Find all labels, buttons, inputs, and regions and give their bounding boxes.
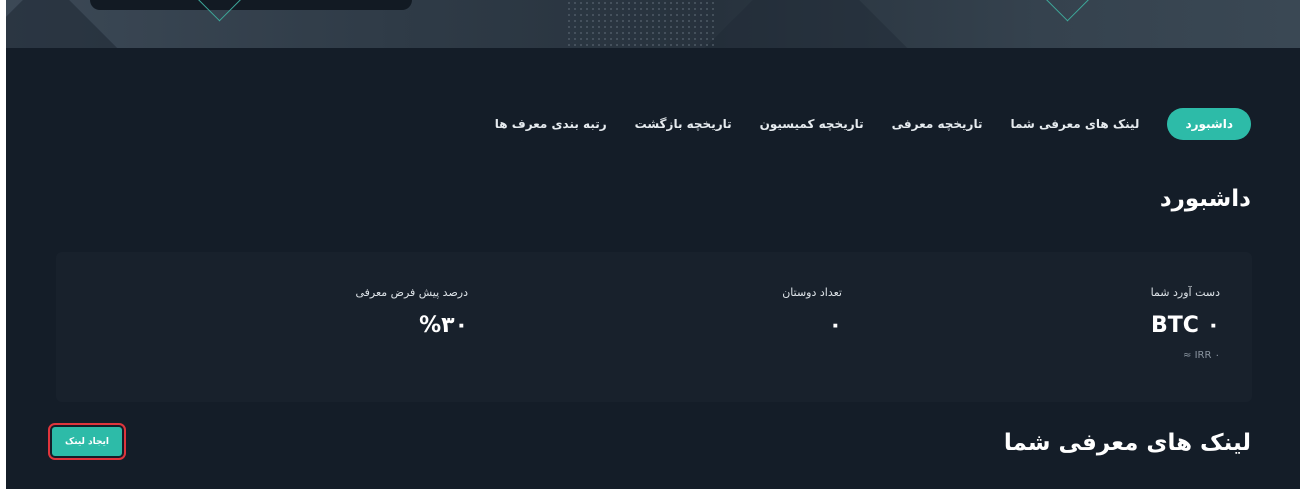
chevron-decoration-icon — [197, 0, 242, 22]
stat-friends-value: ۰ — [828, 313, 842, 338]
stat-friends-label: تعداد دوستان — [782, 286, 842, 299]
stat-earnings: دست آورد شما BTC ۰ IRR ۰ ≈ — [1151, 286, 1220, 361]
tab-referrer-ranking[interactable]: رتبه بندی معرف ها — [495, 117, 607, 131]
chevron-decoration-icon — [1045, 0, 1090, 22]
stat-default-percent-value: %۳۰ — [419, 313, 468, 338]
banner-card — [90, 0, 412, 10]
tab-referral-links[interactable]: لینک های معرفی شما — [1010, 117, 1139, 131]
header-banner — [6, 0, 1300, 48]
tab-referral-history[interactable]: تاریخچه معرفی — [892, 117, 983, 131]
stat-friends: تعداد دوستان ۰ — [782, 286, 842, 338]
tab-commission-history[interactable]: تاریخچه کمیسیون — [760, 117, 864, 131]
stat-earnings-label: دست آورد شما — [1150, 286, 1220, 299]
page-frame: داشبورد لینک های معرفی شما تاریخچه معرفی… — [6, 0, 1300, 489]
create-link-button[interactable]: ایجاد لینک — [48, 423, 126, 460]
stats-card: دست آورد شما BTC ۰ IRR ۰ ≈ تعداد دوستان … — [56, 252, 1252, 402]
banner-dot-pattern — [566, 0, 716, 46]
stat-default-percent: درصد پیش فرض معرفی %۳۰ — [355, 286, 468, 338]
stat-default-percent-label: درصد پیش فرض معرفی — [355, 286, 468, 299]
banner-decoration — [692, 0, 920, 48]
stat-earnings-value: BTC ۰ — [1150, 313, 1220, 338]
stat-earnings-irr: IRR ۰ ≈ — [1183, 350, 1220, 361]
dashboard-tabs: داشبورد لینک های معرفی شما تاریخچه معرفی… — [495, 107, 1251, 141]
page-title: داشبورد — [1159, 186, 1251, 212]
referral-links-title: لینک های معرفی شما — [1003, 430, 1251, 456]
tab-return-history[interactable]: تاریخچه بازگشت — [635, 117, 732, 131]
tab-dashboard[interactable]: داشبورد — [1167, 108, 1251, 140]
